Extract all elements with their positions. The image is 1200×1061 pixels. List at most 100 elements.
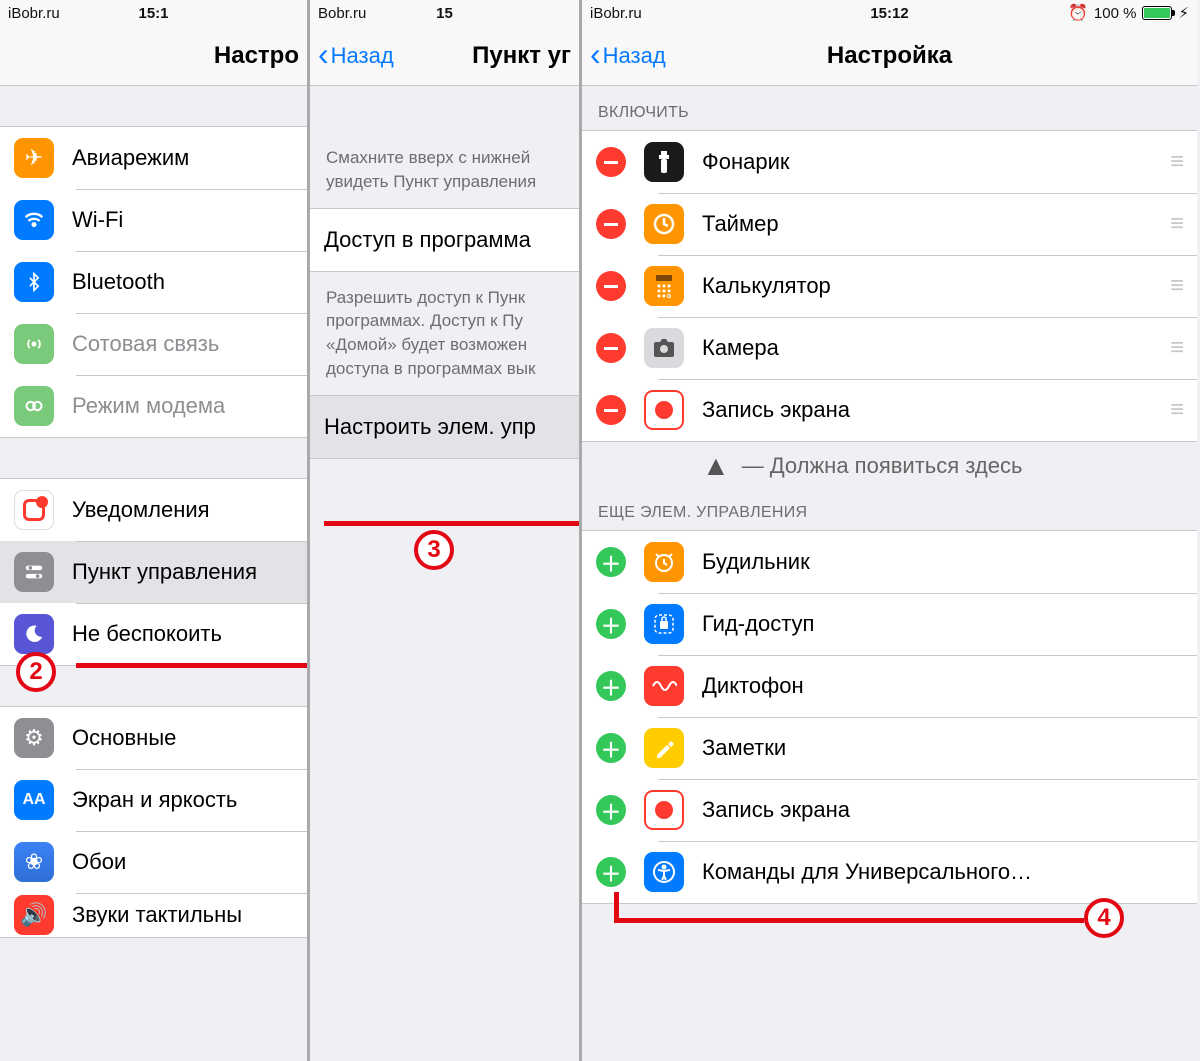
row-alarm[interactable]: ＋ Будильник <box>582 531 1197 593</box>
row-customize-controls[interactable]: Настроить элем. упр <box>310 396 579 458</box>
calculator-icon <box>644 266 684 306</box>
carrier-label: iBobr.ru <box>590 5 642 22</box>
gear-icon: ⚙ <box>14 718 54 758</box>
notes-icon <box>644 728 684 768</box>
nav-title: Настройка <box>827 42 952 70</box>
row-label: Обои <box>72 849 126 875</box>
nav-title: Настро <box>214 42 299 70</box>
row-label: Калькулятор <box>702 273 831 299</box>
wifi-icon <box>14 200 54 240</box>
drag-handle-icon[interactable]: ≡ <box>1170 396 1183 424</box>
row-label: Команды для Универсального… <box>702 859 1032 885</box>
back-button[interactable]: ‹Назад <box>318 42 394 70</box>
row-label: Гид-доступ <box>702 611 814 637</box>
accessibility-icon <box>644 852 684 892</box>
row-control-center[interactable]: Пункт управления <box>0 541 307 603</box>
row-notes[interactable]: ＋ Заметки <box>582 717 1197 779</box>
hotspot-icon <box>14 386 54 426</box>
row-label: Будильник <box>702 549 810 575</box>
drag-handle-icon[interactable]: ≡ <box>1170 272 1183 300</box>
screen-customize-controls: iBobr.ru 15:12 100 % ⚡︎ ‹Назад Настройка… <box>582 0 1197 1061</box>
camera-icon <box>644 328 684 368</box>
sounds-icon: 🔊 <box>14 895 54 935</box>
row-wifi[interactable]: Wi-Fi <box>0 189 307 251</box>
add-button[interactable]: ＋ <box>596 609 626 639</box>
row-notifications[interactable]: Уведомления <box>0 479 307 541</box>
row-bluetooth[interactable]: Bluetooth <box>0 251 307 313</box>
bluetooth-icon <box>14 262 54 302</box>
row-label: Уведомления <box>72 497 210 523</box>
remove-button[interactable] <box>596 333 626 363</box>
back-label: Назад <box>603 43 666 69</box>
row-wallpaper[interactable]: ❀ Обои <box>0 831 307 893</box>
row-guided-access[interactable]: ＋ Гид-доступ <box>582 593 1197 655</box>
remove-button[interactable] <box>596 271 626 301</box>
nav-bar: Настро <box>0 26 307 86</box>
remove-button[interactable] <box>596 147 626 177</box>
row-general[interactable]: ⚙ Основные <box>0 707 307 769</box>
arrow-up-icon: ▲ <box>702 450 730 482</box>
step-badge-3: 3 <box>414 530 454 570</box>
status-bar: iBobr.ru 15:1 <box>0 0 307 26</box>
row-sounds[interactable]: 🔊 Звуки тактильны <box>0 893 307 937</box>
add-button[interactable]: ＋ <box>596 733 626 763</box>
row-airplane-mode[interactable]: ✈ Авиарежим <box>0 127 307 189</box>
voice-memos-icon <box>644 666 684 706</box>
alarm-clock-icon <box>644 542 684 582</box>
display-icon: AA <box>14 780 54 820</box>
guided-access-icon <box>644 604 684 644</box>
drag-handle-icon[interactable]: ≡ <box>1170 334 1183 362</box>
screen-control-center: Bobr.ru 15 ‹Назад Пункт уг Смахните ввер… <box>310 0 582 1061</box>
alarm-icon <box>1068 3 1088 23</box>
row-flashlight[interactable]: Фонарик ≡ <box>582 131 1197 193</box>
step-badge-4: 4 <box>1084 898 1124 938</box>
help-text-swipe: Смахните вверх с нижней увидеть Пункт уп… <box>310 86 579 208</box>
remove-button[interactable] <box>596 395 626 425</box>
carrier-label: iBobr.ru <box>8 5 60 22</box>
row-cellular[interactable]: Сотовая связь <box>0 313 307 375</box>
row-voice-memos[interactable]: ＋ Диктофон <box>582 655 1197 717</box>
row-screen-record-more[interactable]: ＋ Запись экрана <box>582 779 1197 841</box>
row-label: Сотовая связь <box>72 331 219 357</box>
nav-title: Пункт уг <box>472 42 571 70</box>
settings-group-general: ⚙ Основные AA Экран и яркость ❀ Обои 🔊 З… <box>0 706 307 938</box>
row-calculator[interactable]: Калькулятор ≡ <box>582 255 1197 317</box>
step-badge-2: 2 <box>16 652 56 692</box>
nav-bar: ‹Назад Настройка <box>582 26 1197 86</box>
drag-handle-icon[interactable]: ≡ <box>1170 148 1183 176</box>
row-label: Камера <box>702 335 779 361</box>
add-button[interactable]: ＋ <box>596 795 626 825</box>
drag-handle-icon[interactable]: ≡ <box>1170 210 1183 238</box>
add-button[interactable]: ＋ <box>596 857 626 887</box>
row-label: Bluetooth <box>72 269 165 295</box>
status-bar: Bobr.ru 15 <box>310 0 579 26</box>
row-hotspot[interactable]: Режим модема <box>0 375 307 437</box>
screen-record-icon <box>644 390 684 430</box>
section-header-include: ВКЛЮЧИТЬ <box>582 86 1197 130</box>
chevron-left-icon: ‹ <box>318 38 329 70</box>
add-button[interactable]: ＋ <box>596 547 626 577</box>
status-bar: iBobr.ru 15:12 100 % ⚡︎ <box>582 0 1197 26</box>
remove-button[interactable] <box>596 209 626 239</box>
row-screen-record-included[interactable]: Запись экрана ≡ <box>582 379 1197 441</box>
more-list: ＋ Будильник ＋ Гид-доступ ＋ Диктофон ＋ За… <box>582 530 1197 904</box>
row-label: Wi-Fi <box>72 207 123 233</box>
row-label: Диктофон <box>702 673 804 699</box>
row-display[interactable]: AA Экран и яркость <box>0 769 307 831</box>
annotation-should-appear: ▲ — Должна появиться здесь <box>582 442 1197 486</box>
chevron-left-icon: ‹ <box>590 38 601 70</box>
back-button[interactable]: ‹Назад <box>590 42 666 70</box>
time-label: 15:12 <box>870 5 908 22</box>
annotation-text: Должна появиться здесь <box>770 453 1023 479</box>
row-timer[interactable]: Таймер ≡ <box>582 193 1197 255</box>
airplane-icon: ✈ <box>14 138 54 178</box>
add-button[interactable]: ＋ <box>596 671 626 701</box>
row-label: Запись экрана <box>702 397 850 423</box>
row-accessibility-shortcuts[interactable]: ＋ Команды для Универсального… <box>582 841 1197 903</box>
wallpaper-icon: ❀ <box>14 842 54 882</box>
include-list: Фонарик ≡ Таймер ≡ Калькулятор ≡ Камера … <box>582 130 1197 442</box>
help-text-access: Разрешить доступ к Пунк программах. Дост… <box>310 272 579 395</box>
row-camera[interactable]: Камера ≡ <box>582 317 1197 379</box>
row-label: Экран и яркость <box>72 787 237 813</box>
row-access-in-apps[interactable]: Доступ в программа <box>310 209 579 271</box>
